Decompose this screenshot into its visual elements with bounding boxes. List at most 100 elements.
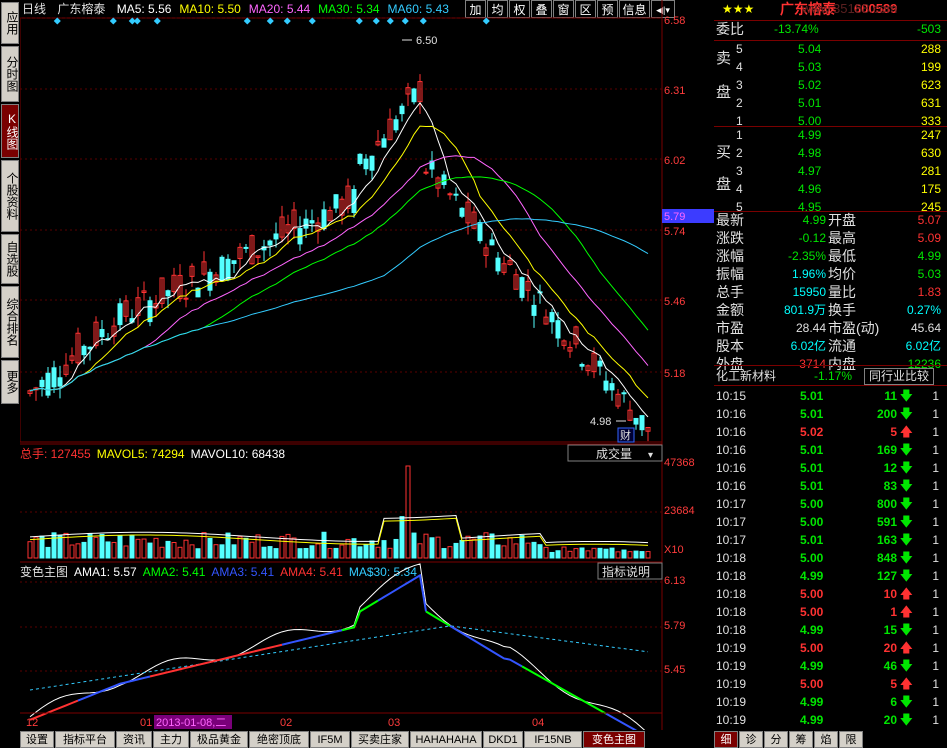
volume-bar (417, 543, 423, 559)
indicator-tab-2[interactable]: 资讯 (116, 731, 152, 748)
indicator-help-label: 指标说明 (602, 564, 650, 579)
candle-body (393, 119, 399, 131)
indicator-tab-8[interactable]: HAHAHAHA (410, 731, 482, 748)
ma20-line (29, 155, 649, 392)
candle-body (381, 138, 387, 148)
event-marker (153, 17, 161, 25)
candle-body (549, 312, 555, 323)
candle-body (303, 218, 309, 229)
volume-axis-label: X10 (664, 544, 684, 556)
candle-body (333, 194, 339, 209)
indicator-tab-9[interactable]: DKD1 (483, 731, 523, 748)
tick-row: 10:19 4.99 46 🡇 1 (716, 658, 939, 673)
volume-bar (447, 546, 453, 559)
chart-area[interactable]: 6.58 6.31 6.02 5.74 5.46 5.18 5.79 6.50 4.98 财总手:… (20, 0, 714, 730)
quote-tab-5[interactable]: 限 (839, 731, 863, 748)
volume-bar (75, 543, 81, 559)
candle-body (363, 158, 369, 170)
indicator-tab-0[interactable]: 设置 (20, 731, 54, 748)
volume-bar (159, 546, 165, 559)
volume-bar (297, 548, 303, 559)
quote-tab-3[interactable]: 筹 (789, 731, 813, 748)
quote-tab-4[interactable]: 焰 (814, 731, 838, 748)
tick-row: 10:16 5.01 83 🡇 1 (716, 478, 939, 493)
tab-kline[interactable]: K线图 (1, 104, 19, 158)
event-marker (109, 17, 117, 25)
arrow-down-icon: 🡇 (899, 442, 913, 457)
arrow-down-icon: 🡇 (899, 514, 913, 529)
event-marker (386, 17, 394, 25)
tick-row: 10:18 4.99 127 🡇 1 (716, 568, 939, 583)
candle-body (81, 345, 87, 356)
high-annotation: 6.50 (416, 35, 437, 47)
event-marker (133, 17, 141, 25)
candle-body (231, 260, 237, 264)
volume-bar (609, 547, 615, 559)
volume-axis-label: 23684 (664, 505, 695, 517)
indicator-tab-10[interactable]: IF15NB (524, 731, 582, 748)
indicator-tab-5[interactable]: 绝密顶底 (249, 731, 309, 748)
tab-watchlist[interactable]: 自选股 (1, 234, 19, 284)
indicator-tab-1[interactable]: 指标平台 (55, 731, 115, 748)
quote-tab-0[interactable]: 细 (714, 731, 738, 748)
indicator-tab-6[interactable]: IF5M (310, 731, 350, 748)
volume-bar (453, 542, 459, 559)
volume-bar (585, 550, 591, 559)
volume-bar (243, 537, 249, 559)
volume-bar (339, 544, 345, 559)
event-marker (53, 17, 61, 25)
indicator-tab-4[interactable]: 极品黄金 (190, 731, 248, 748)
sell-label: 盘 (716, 84, 732, 101)
panel-divider (714, 365, 947, 366)
price-axis-label: 6.58 (664, 15, 685, 27)
volume-bar (129, 535, 135, 559)
volume-bar (135, 538, 141, 559)
candle-body (555, 320, 561, 339)
indicator-tab-7[interactable]: 买卖庄家 (351, 731, 409, 748)
candle-body (441, 174, 447, 186)
tab-intraday[interactable]: 分时图 (1, 46, 19, 102)
panel-divider (714, 40, 947, 41)
arrow-up-icon: 🡅 (899, 586, 913, 601)
panel-divider (714, 126, 947, 127)
tab-more[interactable]: 更多 (1, 360, 19, 404)
price-axis-label: 6.31 (664, 85, 685, 97)
candle-body (321, 209, 327, 230)
indicator-tab-11[interactable]: 变色主图 (583, 731, 645, 748)
volume-bar (117, 535, 123, 559)
arrow-down-icon: 🡇 (899, 388, 913, 403)
volume-bar (111, 541, 117, 559)
volume-bar (579, 547, 585, 559)
candle-body (453, 193, 459, 196)
ama3-segment (377, 573, 427, 612)
tab-ranking[interactable]: 综合排名 (1, 286, 19, 358)
stat-row: 最新 4.99 开盘 5.07 (716, 212, 941, 228)
volume-bar (171, 542, 177, 559)
candle-body (621, 392, 627, 395)
tick-row: 10:18 4.99 15 🡇 1 (716, 622, 939, 637)
quote-tab-1[interactable]: 诊 (739, 731, 763, 748)
event-marker (243, 17, 251, 25)
tick-row: 10:16 5.01 200 🡇 1 (716, 406, 939, 421)
arrow-down-icon: 🡇 (899, 658, 913, 673)
volume-bar (489, 533, 495, 559)
arrow-down-icon: 🡇 (899, 550, 913, 565)
volume-bar (237, 536, 243, 559)
candle-body (531, 304, 537, 316)
date-axis-label: 01 (140, 717, 152, 729)
candle-body (579, 363, 585, 367)
buy-level-row[interactable]: 1 4.99 247 (714, 126, 947, 144)
volume-bar (513, 543, 519, 559)
ama3-segment (281, 629, 343, 646)
volume-bar (615, 551, 621, 559)
tab-app[interactable]: 应用 (1, 2, 19, 44)
sector-row[interactable]: 化工新材料 -1.17% 同行业比较 (714, 367, 947, 385)
quote-tab-2[interactable]: 分 (764, 731, 788, 748)
indicator-tab-3[interactable]: 主力 (153, 731, 189, 748)
ama2-segment (425, 610, 451, 627)
volume-bar (183, 539, 189, 559)
volume-bar (495, 544, 501, 559)
tab-stock-info[interactable]: 个股资料 (1, 160, 19, 232)
candle-body (51, 367, 57, 388)
volume-bar (141, 538, 147, 559)
